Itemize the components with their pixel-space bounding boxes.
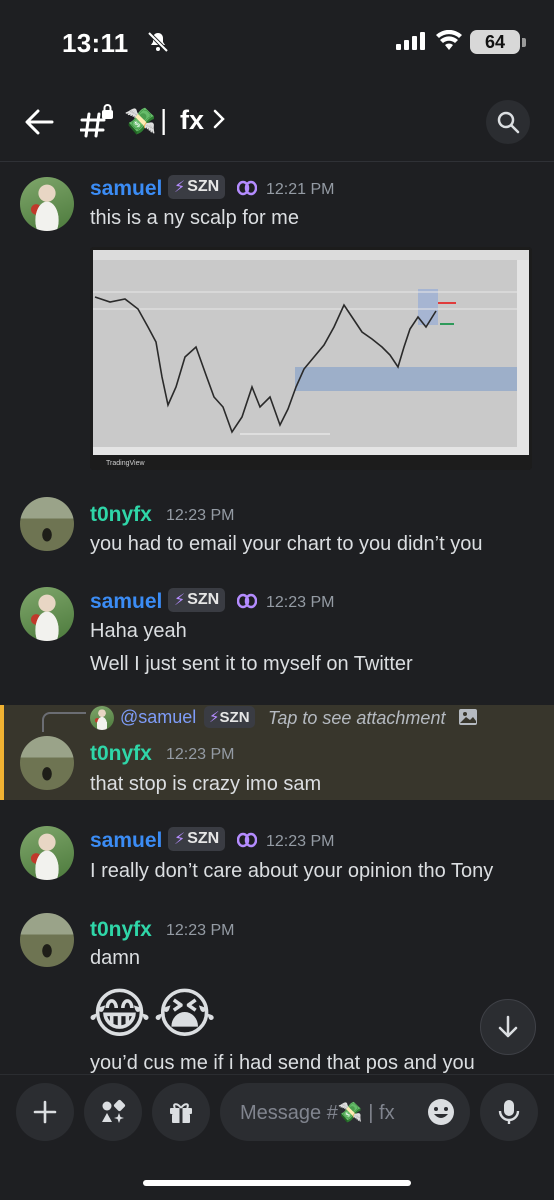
timestamp: 12:21 PM — [266, 181, 335, 198]
bolt-icon: ⚡ — [209, 709, 220, 726]
bolt-icon: ⚡ — [174, 179, 186, 196]
avatar-samuel[interactable] — [20, 826, 74, 880]
message-text: I really don’t care about your opinion t… — [90, 860, 494, 882]
mute-bell-icon — [147, 31, 169, 53]
nitro-boost-icon — [237, 180, 257, 196]
avatar-samuel[interactable] — [20, 587, 74, 641]
timestamp: 12:23 PM — [166, 922, 235, 939]
channel-name[interactable]: fx — [180, 105, 204, 136]
author-name[interactable]: t0nyfx — [90, 742, 152, 766]
jump-to-bottom-button[interactable] — [480, 999, 536, 1055]
image-icon — [459, 709, 477, 725]
reply-avatar[interactable] — [90, 706, 114, 730]
gift-icon — [170, 1103, 192, 1123]
search-icon — [497, 111, 520, 134]
message-text: you had to email your chart to you didn’… — [90, 533, 483, 555]
avatar-t0nyfx[interactable] — [20, 497, 74, 551]
avatar-t0nyfx[interactable] — [20, 736, 74, 790]
timestamp: 12:23 PM — [166, 507, 235, 524]
author-name[interactable]: samuel — [90, 829, 162, 853]
role-tag[interactable]: ⚡ SZN — [168, 588, 226, 612]
avatar-t0nyfx[interactable] — [20, 913, 74, 967]
role-tag[interactable]: ⚡ SZN — [168, 827, 226, 851]
nitro-boost-icon — [237, 832, 257, 848]
arrow-down-icon — [498, 1015, 518, 1038]
home-indicator — [143, 1180, 411, 1186]
author-name[interactable]: t0nyfx — [90, 503, 152, 527]
emoji-message: 😂😭 — [88, 984, 219, 1044]
author-name[interactable]: samuel — [90, 590, 162, 614]
mention-highlight-bar — [0, 705, 4, 800]
avatar-samuel[interactable] — [20, 177, 74, 231]
role-tag[interactable]: ⚡ SZN — [168, 175, 226, 199]
message-text: Haha yeah — [90, 620, 187, 642]
voice-message-button[interactable] — [480, 1083, 538, 1141]
microphone-icon — [498, 1100, 520, 1124]
message-input-placeholder: Message #💸 | fx — [240, 1102, 395, 1124]
signal-icon — [396, 32, 425, 50]
status-time: 13:11 — [62, 28, 129, 58]
reply-preview[interactable]: Tap to see attachment — [268, 708, 445, 729]
message-text: you’d cus me if i had send that pos and … — [90, 1052, 475, 1074]
search-button[interactable] — [486, 100, 530, 144]
reply-role-tag: ⚡ SZN — [204, 706, 255, 728]
channel-header: 💸 | fx — [0, 90, 554, 154]
battery-tip — [522, 38, 526, 47]
author-name[interactable]: samuel — [90, 177, 162, 201]
wifi-icon — [436, 30, 462, 50]
channel-emoji: 💸 — [124, 106, 157, 136]
chart-attachment[interactable]: TradingView — [90, 247, 532, 470]
back-arrow-icon[interactable] — [22, 106, 56, 138]
reply-user[interactable]: @samuel — [120, 707, 196, 728]
reply-connector — [42, 712, 86, 732]
message-text: Well I just sent it to myself on Twitter — [90, 653, 413, 675]
timestamp: 12:23 PM — [266, 594, 335, 611]
apps-button[interactable] — [84, 1083, 142, 1141]
attach-button[interactable] — [16, 1083, 74, 1141]
timestamp: 12:23 PM — [166, 746, 235, 763]
message-text: damn — [90, 947, 141, 969]
status-bar: 13:11 64 — [0, 0, 554, 80]
message-text: that stop is crazy imo sam — [90, 773, 322, 795]
timestamp: 12:23 PM — [266, 833, 335, 850]
emoji-icon[interactable] — [426, 1097, 456, 1127]
message-text: this is a ny scalp for me — [90, 207, 299, 229]
chart-caption: TradingView — [106, 460, 145, 467]
channel-separator: | — [160, 104, 168, 135]
gift-button[interactable] — [152, 1083, 210, 1141]
hash-lock-icon — [80, 104, 113, 138]
nitro-boost-icon — [237, 593, 257, 609]
plus-icon — [33, 1100, 57, 1124]
trading-chart-image: TradingView — [90, 247, 532, 470]
bolt-icon: ⚡ — [174, 592, 186, 609]
header-divider — [0, 161, 554, 162]
battery-indicator: 64 — [470, 30, 520, 54]
bolt-icon: ⚡ — [174, 831, 186, 848]
apps-icon — [102, 1099, 126, 1123]
author-name[interactable]: t0nyfx — [90, 918, 152, 942]
chevron-right-icon[interactable] — [212, 108, 226, 130]
